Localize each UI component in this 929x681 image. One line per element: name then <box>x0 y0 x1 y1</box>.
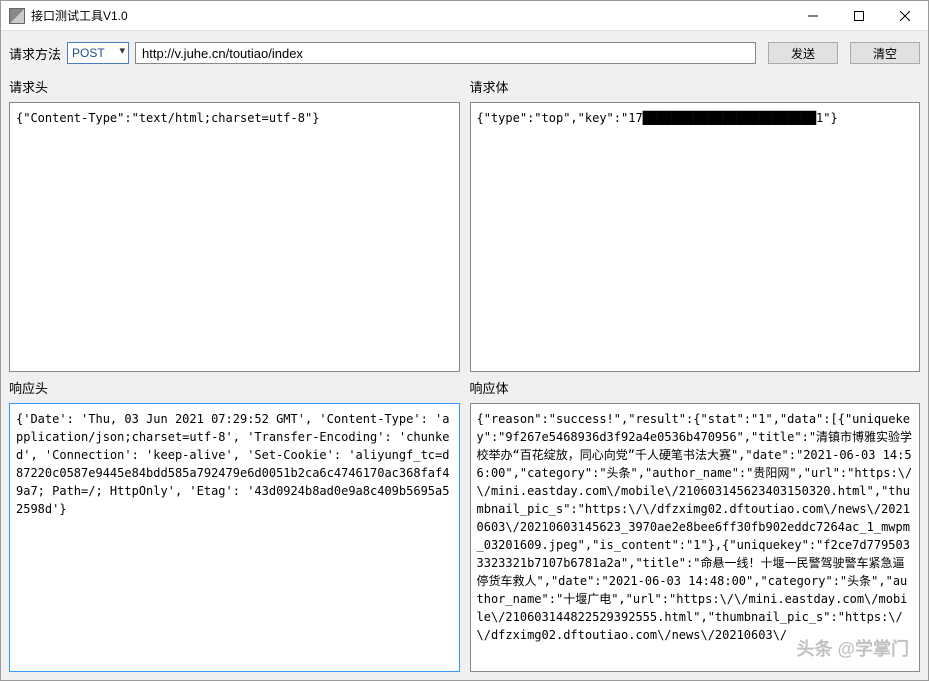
send-button[interactable]: 发送 <box>768 42 838 64</box>
maximize-icon <box>854 11 864 21</box>
close-icon <box>900 11 910 21</box>
maximize-button[interactable] <box>836 1 882 30</box>
response-body-text[interactable] <box>470 403 921 673</box>
close-button[interactable] <box>882 1 928 30</box>
request-body-label: 请求体 <box>470 75 921 98</box>
response-header-text[interactable] <box>9 403 460 673</box>
window-controls <box>790 1 928 30</box>
clear-button[interactable]: 清空 <box>850 42 920 64</box>
method-label: 请求方法 <box>9 44 61 63</box>
request-header-label: 请求头 <box>9 75 460 98</box>
request-toolbar: 请求方法 发送 清空 <box>1 37 928 69</box>
app-window: 接口测试工具V1.0 请求方法 发送 清空 请求头 请求体 响应头 响应体 <box>0 0 929 681</box>
titlebar: 接口测试工具V1.0 <box>1 1 928 31</box>
url-input[interactable] <box>135 42 756 64</box>
request-header-text[interactable] <box>9 102 460 372</box>
request-body-text[interactable] <box>470 102 921 372</box>
window-title: 接口测试工具V1.0 <box>31 7 790 24</box>
response-header-label: 响应头 <box>9 376 460 399</box>
minimize-icon <box>808 11 818 21</box>
minimize-button[interactable] <box>790 1 836 30</box>
app-icon <box>9 8 25 24</box>
method-select-wrap <box>67 42 129 64</box>
content-grid: 请求头 请求体 响应头 响应体 <box>1 69 928 680</box>
response-body-label: 响应体 <box>470 376 921 399</box>
method-select[interactable] <box>67 42 129 64</box>
